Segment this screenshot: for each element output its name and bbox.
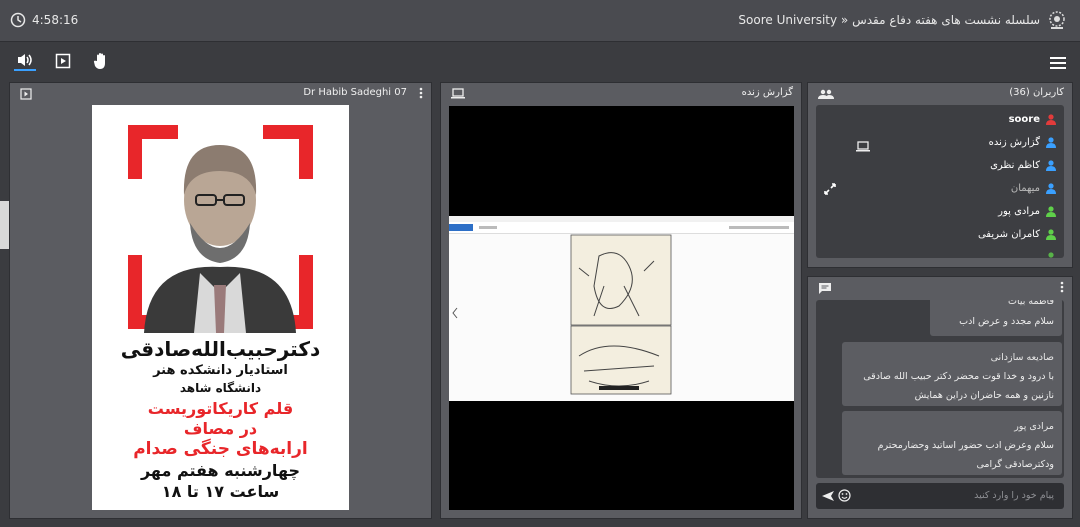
users-group-icon (818, 89, 834, 99)
speaker-portrait (144, 145, 296, 333)
clock-time: 4:58:16 (32, 13, 79, 27)
chat-message: صادیعه سازدانی با درود و خدا قوت محضر دک… (842, 342, 1062, 406)
users-count-title: کاربران (36) (1009, 87, 1064, 98)
user-row[interactable]: مرادی پور (998, 202, 1056, 220)
user-icon (1046, 182, 1056, 194)
poster-line2: دانشگاه شاهد (179, 381, 262, 395)
chat-message: مرادی پور سلام وعرض ادب حضور اساتید وحضا… (842, 411, 1062, 475)
screenshare-black-bottom (449, 401, 794, 510)
user-name: کامران شریفی (977, 228, 1040, 240)
user-name: میهمان (1010, 182, 1040, 194)
presentation-icon[interactable] (20, 88, 32, 100)
users-header: کاربران (36) (808, 83, 1072, 103)
presentation-slide: دکترحبیب‌الله‌صادقی استادیار دانشکده هنر… (92, 105, 349, 510)
chat-input[interactable]: پیام خود را وارد کنید (816, 483, 1064, 509)
screenshare-title: گزارش زنده (741, 87, 793, 98)
speaker-icon (18, 54, 32, 66)
user-row-partial[interactable] (1046, 248, 1056, 258)
chat-sender: مرادی پور (1014, 421, 1054, 432)
more-vertical-icon[interactable] (419, 87, 423, 99)
page-title: سلسله نشست های هفته دفاع مقدس « Soore Un… (738, 13, 1040, 27)
portrait-frame (128, 125, 313, 333)
main-menu-button[interactable] (1050, 54, 1066, 73)
user-name: soore (1008, 113, 1040, 125)
user-icon (1046, 205, 1056, 217)
presentation-button[interactable] (52, 51, 74, 71)
clock-icon (10, 12, 26, 28)
user-row[interactable]: کامران شریفی (978, 225, 1056, 243)
chat-message: فاطمه بیات سلام مجدد و عرض ادب (930, 300, 1062, 336)
collapse-arrows-icon[interactable] (824, 183, 836, 195)
poster-date: چهارشنبه هفتم مهر (140, 461, 301, 480)
user-row[interactable]: میهمان (1011, 179, 1056, 197)
chat-messages: فاطمه بیات سلام مجدد و عرض ادب صادیعه سا… (816, 300, 1064, 478)
user-name: کاظم نظری (990, 159, 1040, 171)
chat-sender: فاطمه بیات (1008, 300, 1054, 307)
users-list: soore گزارش زنده کاظم نظری میهمان مرادی … (816, 105, 1064, 258)
session-clock: 4:58:16 (10, 12, 78, 28)
raise-hand-button[interactable] (90, 51, 112, 71)
user-row[interactable]: گزارش زنده (989, 133, 1056, 151)
chat-text: با درود و خدا قوت محضر دکتر حبیب الله صا… (863, 371, 1054, 401)
poster-name: دکترحبیب‌الله‌صادقی (120, 337, 321, 361)
top-bar: 4:58:16 سلسله نشست های هفته دفاع مقدس « … (0, 0, 1080, 42)
poster-time: ساعت ۱۷ تا ۱۸ (161, 482, 280, 501)
screenshare-black-top (449, 106, 794, 216)
emoji-icon[interactable] (838, 489, 851, 502)
chat-icon (819, 283, 831, 294)
chat-header (808, 277, 1072, 297)
user-icon (1046, 228, 1056, 240)
poster-red2: در مصاف (183, 419, 258, 438)
screenshare-header: گزارش زنده (441, 83, 801, 103)
toolbar (0, 43, 1080, 77)
raise-hand-icon (93, 53, 105, 69)
chat-input-placeholder: پیام خود را وارد کنید (974, 490, 1054, 501)
user-row[interactable]: کاظم نظری (990, 156, 1056, 174)
user-icon (1046, 159, 1056, 171)
poster-red1: قلم کاریکاتوریست (147, 399, 294, 418)
send-icon[interactable] (822, 490, 834, 502)
laptop-icon (856, 141, 870, 152)
laptop-icon (451, 88, 465, 99)
speaker-button[interactable] (14, 51, 36, 71)
university-logo-icon (1049, 11, 1065, 29)
presentation-header: Dr Habib Sadeghi 07 (10, 83, 431, 103)
hamburger-menu-icon (1050, 57, 1066, 69)
user-icon (1046, 136, 1056, 148)
user-icon (1048, 251, 1054, 258)
shared-screen-content (449, 216, 794, 401)
user-icon (1046, 113, 1056, 125)
chat-text: سلام وعرض ادب حضور اساتید وحضارمحترم ودک… (877, 440, 1054, 470)
presentation-icon (55, 53, 71, 69)
user-name: گزارش زنده (988, 136, 1040, 148)
user-name: مرادی پور (998, 205, 1040, 217)
poster-red3: ارابه‌های جنگی صدام (133, 439, 308, 459)
user-row[interactable]: soore (1009, 110, 1056, 128)
shared-screen (449, 216, 794, 401)
poster-line1: استادیار دانشکده هنر (153, 363, 288, 378)
chat-text: سلام مجدد و عرض ادب (959, 316, 1054, 327)
more-vertical-icon[interactable] (1060, 281, 1064, 293)
chat-sender: صادیعه سازدانی (990, 352, 1054, 363)
presentation-title: Dr Habib Sadeghi 07 (303, 87, 407, 98)
